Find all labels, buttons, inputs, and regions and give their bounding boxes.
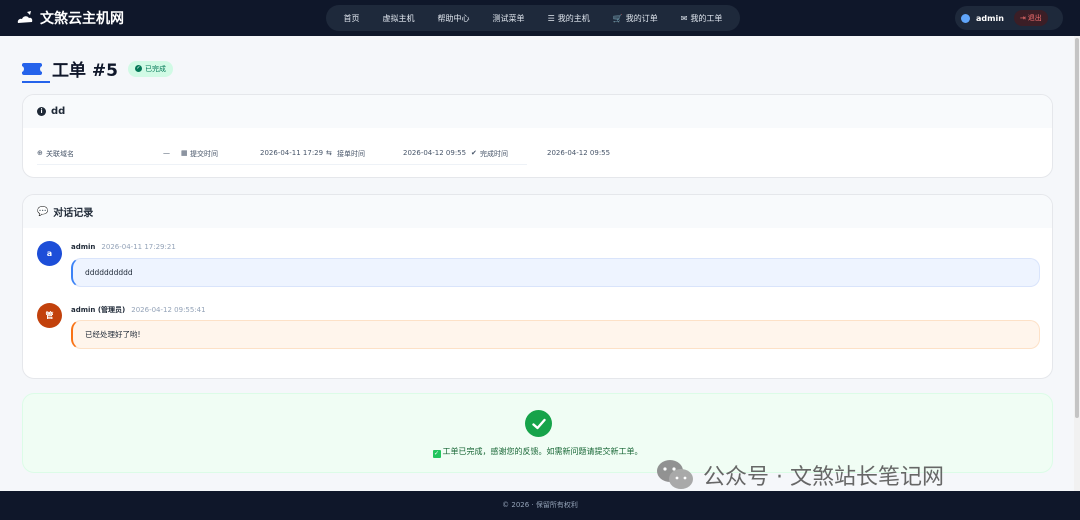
nav-home[interactable]: 首页 [344, 13, 360, 24]
cloud-rocket-icon [17, 11, 33, 23]
page-title: 工单 #5 [52, 61, 118, 81]
ticket-icon [19, 62, 45, 75]
message-bubble: dddddddddd [71, 258, 1040, 287]
check-circle-icon: ✓ [135, 65, 142, 72]
scrollbar-thumb[interactable] [1075, 38, 1079, 418]
avatar: 管 [37, 303, 62, 328]
watermark-text: 公众号 · 文煞站长笔记网 [703, 465, 944, 490]
message-time: 2026-04-11 17:29:21 [101, 243, 176, 251]
comments-icon: 💬 [37, 206, 49, 217]
nav-label: 我的工单 [690, 13, 723, 23]
brand-name: 文煞云主机网 [40, 11, 124, 27]
nav-help-center[interactable]: 帮助中心 [438, 13, 470, 24]
avatar: a [37, 241, 62, 266]
meta-divider [37, 164, 527, 165]
footer: © 2026 · 保留所有权利 [0, 491, 1080, 520]
domain-value: — [163, 149, 170, 157]
nav-label: 帮助中心 [437, 13, 470, 23]
logout-icon: ⇥ [1019, 14, 1026, 22]
accept-time-label: 接单时间 [337, 150, 365, 158]
done-time-label: 完成时间 [480, 150, 508, 158]
message-time: 2026-04-12 09:55:41 [131, 306, 206, 314]
message-meta: admin 2026-04-11 17:29:21 [71, 243, 176, 251]
submit-time-value: 2026-04-11 17:29 [260, 149, 324, 157]
logout-button[interactable]: ⇥ 退出 [1013, 10, 1048, 26]
domain-label: 关联域名 [46, 150, 74, 158]
message-author: admin [71, 243, 96, 251]
server-icon: ☰ [547, 13, 555, 23]
done-time-value: 2026-04-12 09:55 [547, 149, 611, 157]
nav-label: 我的主机 [557, 13, 590, 23]
user-circle-icon [961, 13, 970, 23]
status-label: 已完成 [145, 64, 166, 73]
calendar-icon: ▦ [181, 149, 188, 157]
conversation-header: 💬 对话记录 [23, 195, 1052, 228]
user-name[interactable]: admin [976, 14, 1004, 23]
footer-text: © 2026 · 保留所有权利 [502, 501, 578, 509]
globe-icon: ⊕ [37, 149, 43, 157]
nav-my-orders[interactable]: 🛒 我的订单 [613, 13, 658, 24]
title-underline [22, 81, 50, 83]
message-bubble: 已经处理好了哟! [71, 320, 1040, 349]
submit-time-label: 提交时间 [190, 150, 218, 158]
nav-label: 我的订单 [625, 13, 658, 23]
ticket-icon: ✉ [680, 13, 688, 23]
message-text: dddddddddd [85, 268, 133, 277]
top-navbar: 文煞云主机网 首页 虚拟主机 帮助中心 测试菜单 ☰ 我的主机 🛒 我的订单 ✉ 我的… [0, 0, 1080, 36]
nav-my-hosts[interactable]: ☰ 我的主机 [548, 13, 590, 24]
accept-time-value: 2026-04-12 09:55 [403, 149, 467, 157]
page-header: 工单 #5 ✓ 已完成 [19, 56, 173, 81]
message-text: 已经处理好了哟! [85, 330, 141, 339]
nav-virtual-host[interactable]: 虚拟主机 [383, 13, 415, 24]
wechat-icon [657, 460, 693, 489]
brand-logo[interactable]: 文煞云主机网 [16, 8, 124, 28]
message-author: admin (管理员) [71, 306, 126, 314]
conversation-title: 对话记录 [53, 208, 94, 219]
status-badge: ✓ 已完成 [128, 60, 173, 77]
main-nav: 首页 虚拟主机 帮助中心 测试菜单 ☰ 我的主机 🛒 我的订单 ✉ 我的工单 [326, 5, 740, 31]
info-circle-icon: i [37, 107, 46, 116]
nav-my-tickets[interactable]: ✉ 我的工单 [681, 13, 723, 24]
ticket-info-card: i dd ⊕ 关联域名 — ▦ 提交时间 2026-04-11 17:29 ⇆ … [22, 94, 1053, 178]
ticket-info-header: i dd [23, 95, 1052, 128]
handshake-icon: ⇆ [326, 149, 332, 157]
nav-label: 虚拟主机 [382, 13, 415, 23]
completion-message: ✓ 工单已完成，感谢您的反馈。如需新问题请提交新工单。 [23, 446, 1052, 458]
nav-test-menu[interactable]: 测试菜单 [493, 13, 525, 24]
nav-label: 首页 [343, 13, 360, 23]
ticket-meta: ⊕ 关联域名 — ▦ 提交时间 2026-04-11 17:29 ⇆ 接单时间 … [37, 149, 1038, 161]
logout-label: 退出 [1027, 14, 1042, 22]
user-menu: admin ⇥ 退出 [955, 6, 1063, 30]
completion-text: 工单已完成，感谢您的反馈。如需新问题请提交新工单。 [442, 447, 643, 456]
double-check-icon: ✔ [471, 149, 477, 157]
wechat-watermark: 公众号 · 文煞站长笔记网 [655, 458, 944, 492]
check-box-icon: ✓ [432, 450, 441, 458]
ticket-subject: dd [51, 106, 66, 117]
scrollbar[interactable] [1074, 36, 1080, 491]
check-circle-icon [525, 410, 552, 437]
cart-icon: 🛒 [612, 13, 623, 23]
message-meta: admin (管理员) 2026-04-12 09:55:41 [71, 305, 206, 315]
nav-label: 测试菜单 [492, 13, 525, 23]
conversation-card: 💬 对话记录 a admin 2026-04-11 17:29:21 dddddd… [22, 194, 1053, 379]
